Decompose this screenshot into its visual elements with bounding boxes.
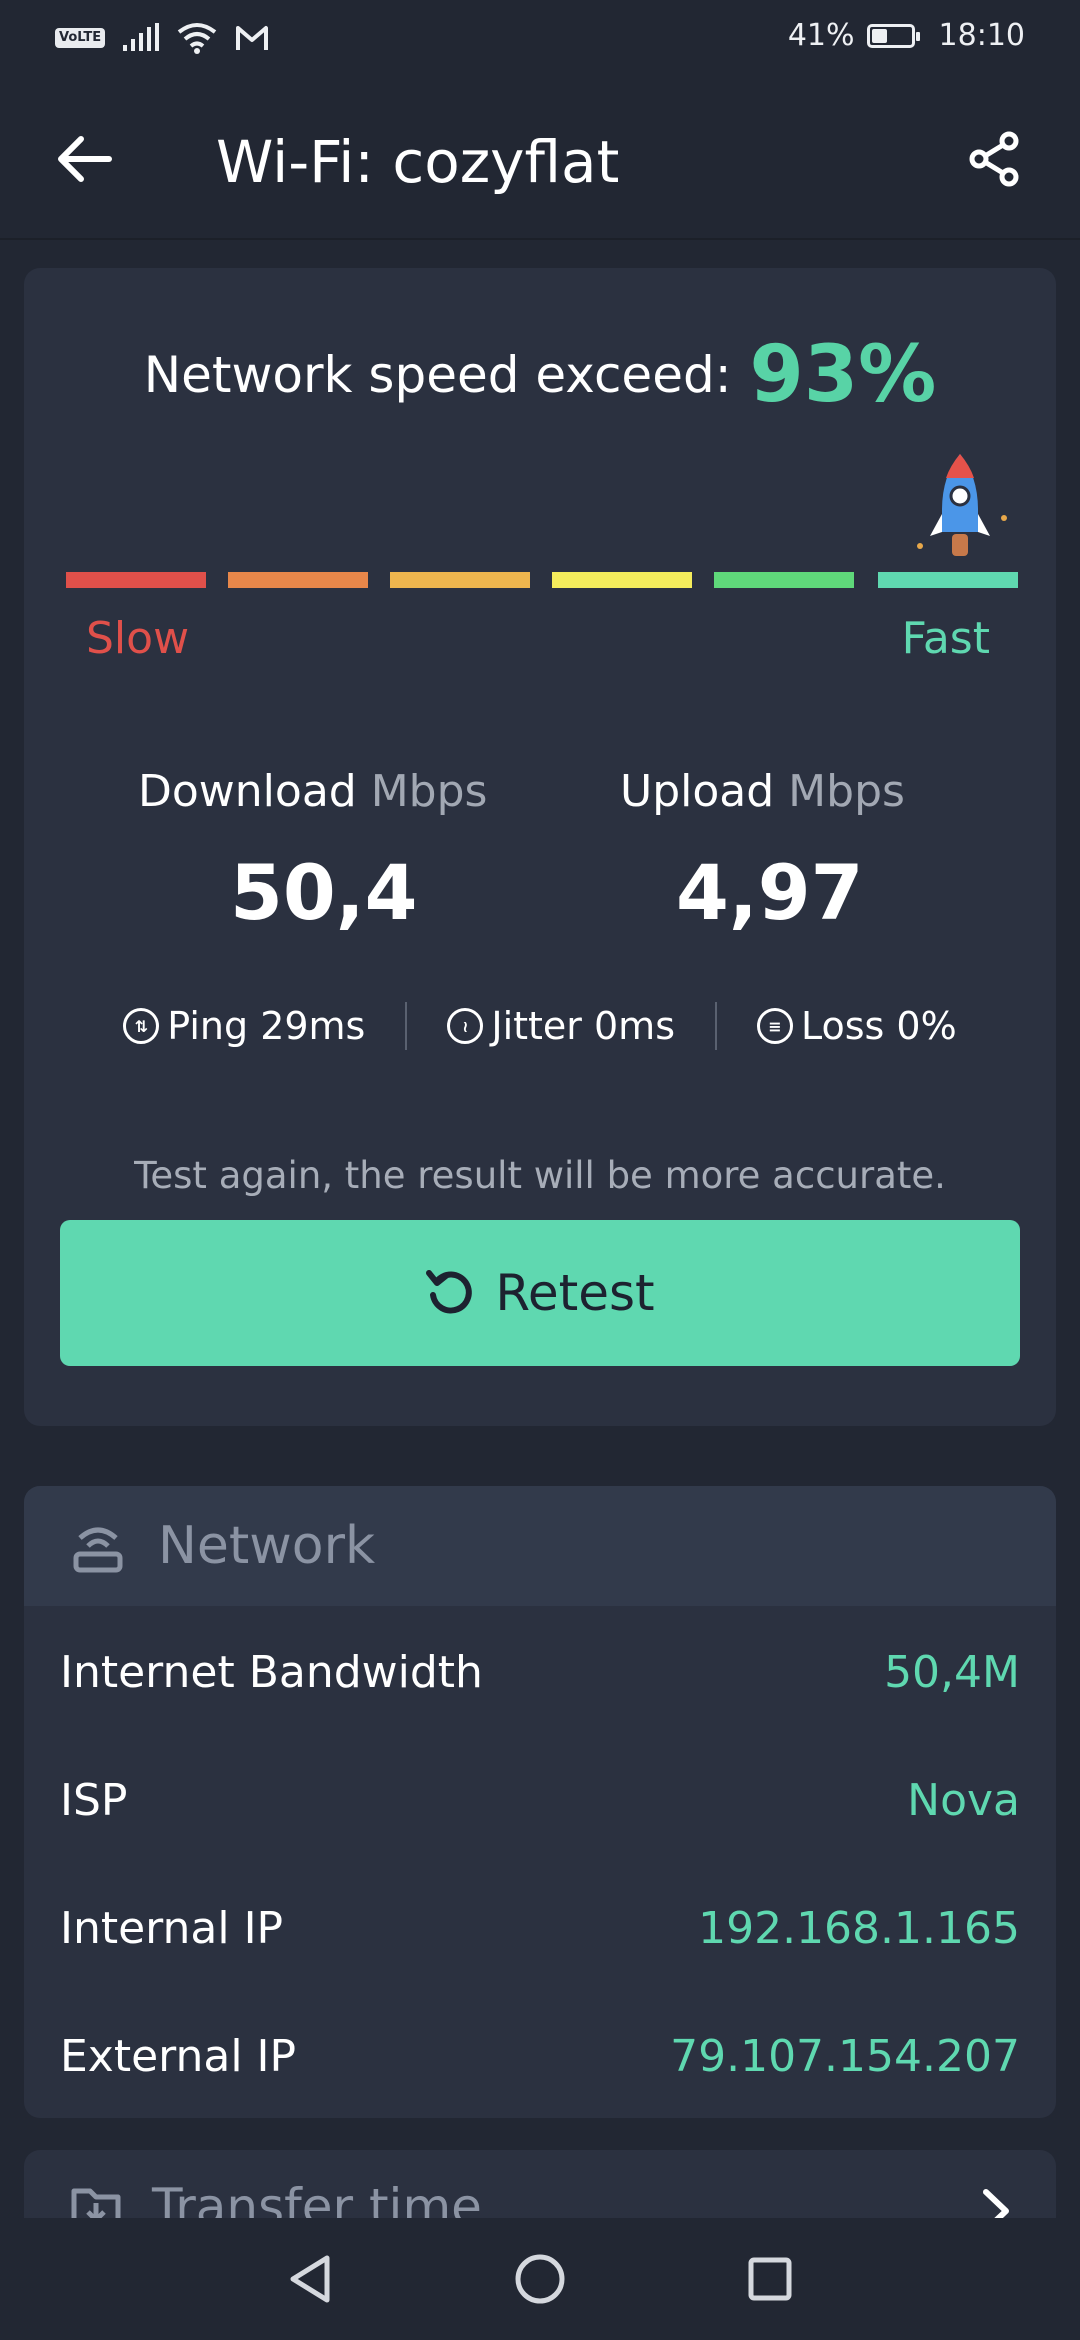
network-row-value: 192.168.1.165 (698, 1902, 1020, 1954)
battery-text: 41% (787, 18, 855, 53)
speed-exceed: Network speed exceed: 93% (24, 330, 1056, 420)
loss-stat: ≡ Loss 0% (717, 1004, 997, 1048)
upload-label: Upload (620, 766, 775, 817)
speed-exceed-value: 93% (749, 330, 937, 420)
square-recents-icon (748, 2257, 792, 2301)
rocket-icon (917, 454, 1007, 556)
network-row-value: 79.107.154.207 (670, 2030, 1020, 2082)
network-row-key: Internal IP (60, 1902, 284, 1954)
jitter-stat: ≀ Jitter 0ms (407, 1004, 715, 1048)
speed-exceed-label: Network speed exceed: (143, 346, 732, 404)
upload-unit: Mbps (788, 766, 905, 817)
retest-hint: Test again, the result will be more accu… (134, 1154, 946, 1197)
speed-scale-segment (552, 572, 692, 588)
app-bar: Wi-Fi: cozyflat (0, 80, 1080, 240)
network-row-value: 50,4M (884, 1646, 1020, 1698)
jitter-icon: ≀ (447, 1008, 484, 1044)
wifi-icon (177, 23, 217, 54)
speed-scale-segment (878, 572, 1018, 588)
back-button[interactable] (50, 124, 120, 194)
slow-label: Slow (86, 613, 190, 664)
network-row: Internet Bandwidth 50,4M (60, 1632, 1020, 1712)
loss-icon: ≡ (757, 1008, 793, 1044)
status-left: VoLTE (55, 22, 269, 54)
network-row-key: Internet Bandwidth (60, 1646, 483, 1698)
download-label: Download (138, 766, 357, 817)
network-row: External IP 79.107.154.207 (60, 2016, 1020, 2096)
back-arrow-icon (58, 136, 112, 182)
retest-label: Retest (495, 1264, 655, 1322)
ping-icon: ⇅ (123, 1008, 160, 1044)
network-row: ISP Nova (60, 1760, 1020, 1840)
nav-recents-button[interactable] (730, 2239, 810, 2319)
upload-header: Upload Mbps (620, 766, 905, 817)
loss-text: Loss 0% (801, 1004, 957, 1048)
download-unit: Mbps (370, 766, 488, 817)
triangle-back-icon (290, 2255, 330, 2303)
nav-home-button[interactable] (500, 2239, 580, 2319)
router-icon (73, 1527, 123, 1573)
share-icon (969, 131, 1019, 187)
status-bar: VoLTE 41% 18:10 (0, 0, 1080, 80)
ping-text: Ping 29ms (167, 1004, 366, 1048)
network-row-value: Nova (907, 1774, 1020, 1826)
share-button[interactable] (960, 124, 1030, 194)
network-row-key: External IP (60, 2030, 297, 2082)
battery-icon (866, 23, 920, 48)
network-title: Network (158, 1516, 376, 1576)
ping-stat: ⇅ Ping 29ms (83, 1004, 405, 1048)
gmail-icon (236, 26, 269, 50)
network-header: Network (24, 1486, 1056, 1606)
download-header: Download Mbps (138, 766, 487, 817)
network-card: Network Internet Bandwidth 50,4M ISP Nov… (24, 1486, 1056, 2118)
circle-home-icon (515, 2254, 565, 2304)
system-nav-bar (0, 2218, 1080, 2340)
network-row-key: ISP (60, 1774, 128, 1826)
download-value: 50,4 (230, 848, 418, 937)
page-title: Wi-Fi: cozyflat (216, 128, 620, 196)
fast-label: Fast (901, 613, 990, 664)
jitter-text: Jitter 0ms (491, 1004, 675, 1048)
upload-value: 4,97 (676, 848, 864, 937)
speed-scale (66, 572, 1018, 588)
status-right: 41% 18:10 (788, 18, 1025, 53)
speed-scale-segment (228, 572, 368, 588)
refresh-icon (426, 1270, 473, 1314)
speed-result-card: Network speed exceed: 93% Slow Fast Downl… (24, 268, 1056, 1426)
clock: 18:10 (938, 18, 1025, 53)
stats-row: ⇅ Ping 29ms ≀ Jitter 0ms ≡ Loss 0% (24, 996, 1056, 1056)
signal-icon (123, 23, 160, 51)
volte-badge: VoLTE (55, 28, 106, 48)
speed-scale-segment (390, 572, 530, 588)
retest-button[interactable]: Retest (60, 1220, 1020, 1366)
nav-back-button[interactable] (270, 2239, 350, 2319)
network-row: Internal IP 192.168.1.165 (60, 1888, 1020, 1968)
speed-scale-segment (66, 572, 206, 588)
speed-scale-segment (714, 572, 854, 588)
